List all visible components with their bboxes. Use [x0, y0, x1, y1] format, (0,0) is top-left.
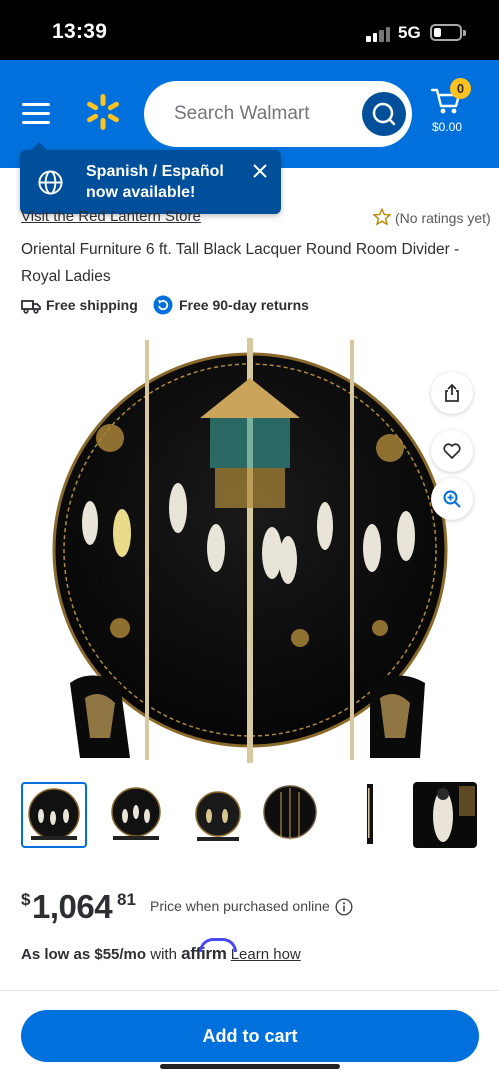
- share-button[interactable]: [431, 372, 473, 414]
- affirm-financing: As low as $55/mo with affirm Learn how: [21, 938, 301, 968]
- rating[interactable]: (No ratings yet): [373, 208, 491, 226]
- language-toast: Spanish / Español now available!: [20, 142, 281, 214]
- affirm-monthly: As low as $55/mo: [21, 946, 147, 963]
- cart-count-badge: 0: [450, 78, 471, 99]
- status-bar: 13:39 5G: [0, 0, 499, 60]
- thumbnail-2[interactable]: [103, 782, 169, 848]
- toast-message: Spanish / Español now available!: [86, 163, 224, 201]
- network-type: 5G: [398, 23, 421, 42]
- thumbnail-3[interactable]: [185, 782, 251, 848]
- affirm-with: with: [150, 946, 177, 963]
- badge-label: Free shipping: [46, 297, 138, 313]
- affirm-logo: affirm: [181, 938, 238, 963]
- learn-how-link[interactable]: Learn how: [231, 946, 301, 963]
- thumbnail-4[interactable]: [257, 782, 323, 848]
- search-icon: [372, 102, 396, 126]
- info-icon[interactable]: [335, 898, 353, 916]
- search-placeholder: Search Walmart: [174, 103, 310, 124]
- thumbnail-6[interactable]: [413, 782, 477, 848]
- product-image[interactable]: [50, 338, 450, 778]
- status-time: 13:39: [52, 20, 108, 43]
- product-title: Oriental Furniture 6 ft. Tall Black Lacq…: [21, 241, 460, 285]
- add-to-cart-button[interactable]: Add to cart: [21, 1010, 479, 1062]
- globe-icon: [38, 170, 63, 195]
- thumbnail-strip: [21, 782, 481, 850]
- home-indicator: [160, 1064, 340, 1069]
- price-currency: $: [21, 890, 31, 909]
- rating-text: (No ratings yet): [395, 210, 491, 226]
- cart-total: $0.00: [432, 120, 463, 134]
- search-button[interactable]: [362, 92, 406, 136]
- star-icon: [373, 208, 391, 226]
- truck-icon: [21, 300, 41, 314]
- zoom-button[interactable]: [431, 478, 473, 520]
- share-icon: [445, 383, 459, 402]
- badge-label: Free 90-day returns: [179, 297, 309, 313]
- search-input[interactable]: Search Walmart: [144, 81, 412, 147]
- hamburger-icon: [22, 103, 50, 106]
- price-dollars: 1,064: [32, 888, 113, 925]
- cart-button[interactable]: 0 $0.00: [428, 78, 478, 138]
- store-link[interactable]: Visit the Red Lantern Store: [21, 208, 201, 225]
- thumbnail-1[interactable]: [21, 782, 87, 848]
- price-note: Price when purchased online: [150, 898, 330, 914]
- cellular-signal-icon: [366, 26, 392, 42]
- close-icon[interactable]: [252, 163, 268, 179]
- divider: [0, 990, 499, 991]
- price-cents: 81: [117, 890, 136, 909]
- returns-icon: [153, 295, 173, 315]
- zoom-icon: [443, 490, 461, 508]
- battery-icon: [430, 24, 466, 41]
- walmart-spark-logo[interactable]: [84, 93, 122, 131]
- thumbnail-5[interactable]: [339, 782, 405, 848]
- favorite-button[interactable]: [431, 430, 473, 472]
- menu-button[interactable]: [22, 103, 50, 125]
- heart-icon: [443, 443, 461, 459]
